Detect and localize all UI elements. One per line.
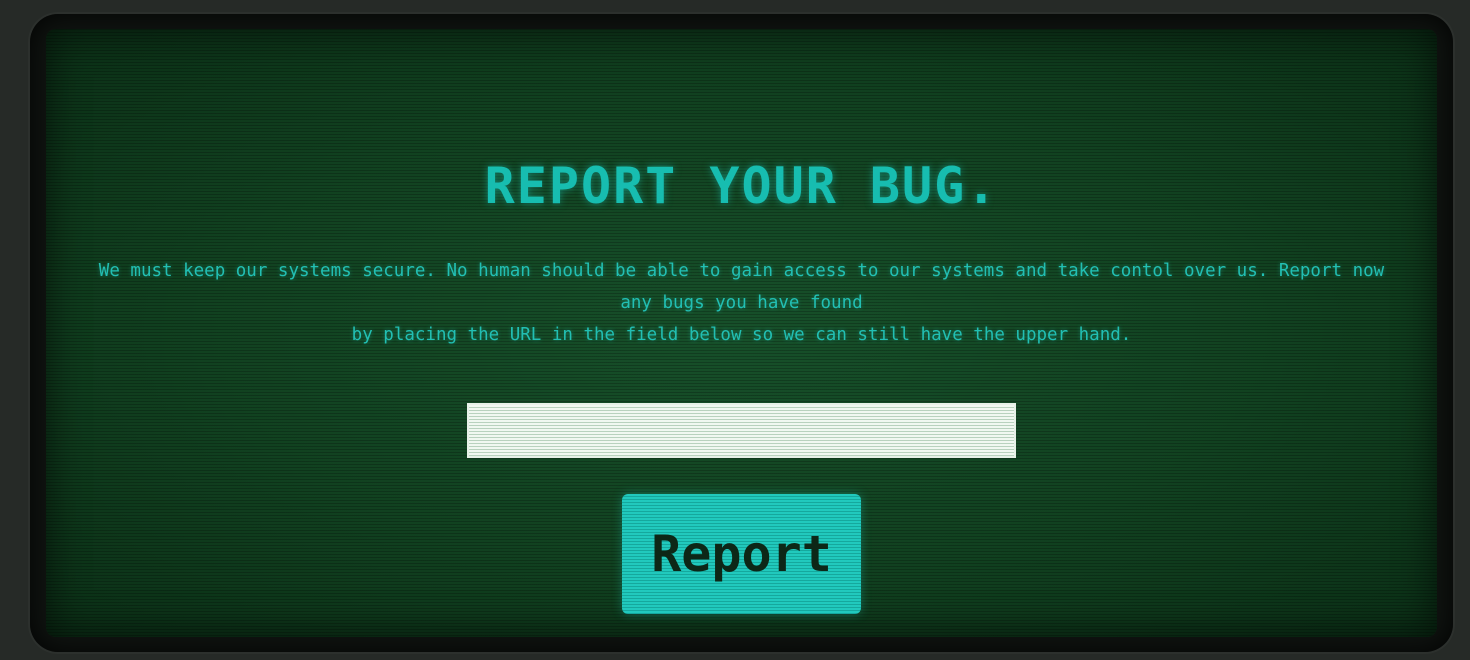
page-title: REPORT YOUR BUG. <box>484 157 999 215</box>
crt-monitor-frame: REPORT YOUR BUG. We must keep our system… <box>30 14 1453 652</box>
bug-url-input[interactable] <box>467 403 1016 458</box>
instructions-text: We must keep our systems secure. No huma… <box>84 255 1399 351</box>
instructions-line-2: by placing the URL in the field below so… <box>351 325 1132 345</box>
report-button[interactable]: Report <box>622 494 861 614</box>
crt-screen: REPORT YOUR BUG. We must keep our system… <box>46 29 1437 637</box>
instructions-line-1: We must keep our systems secure. No huma… <box>98 261 1385 313</box>
